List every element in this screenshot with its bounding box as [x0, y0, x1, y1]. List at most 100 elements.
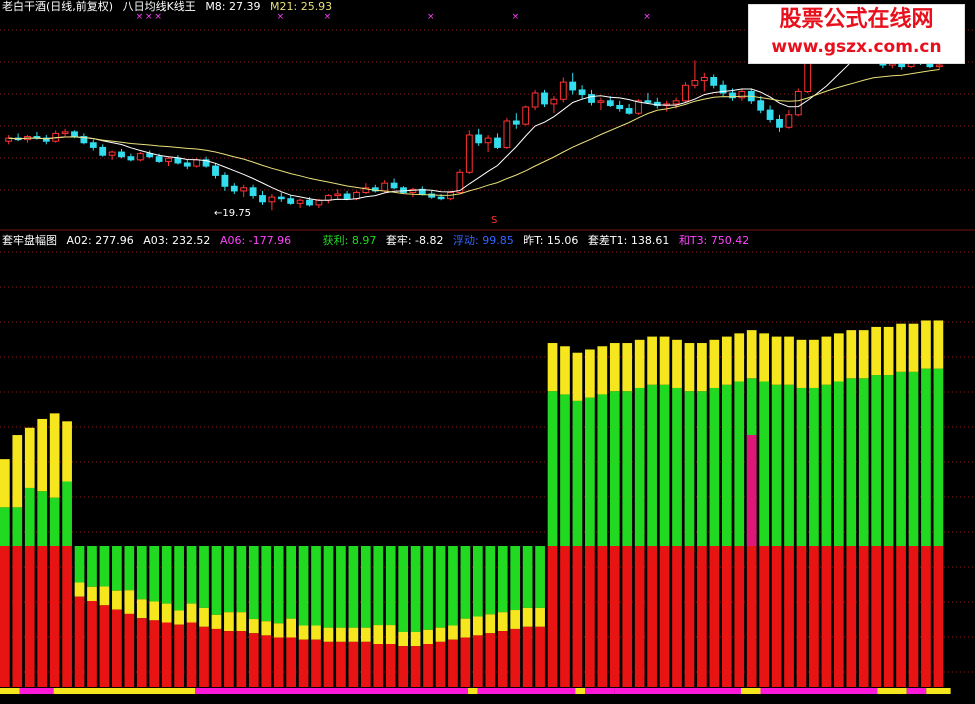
bar-green — [174, 546, 184, 611]
bar-yellow — [323, 627, 334, 642]
bar-red — [622, 546, 633, 687]
candle — [541, 92, 548, 105]
candle — [268, 196, 276, 203]
bar-green — [796, 387, 807, 546]
bar-yellow — [883, 326, 894, 376]
bar-red — [298, 639, 309, 687]
bar-green — [423, 546, 433, 630]
strip-segment — [926, 688, 951, 694]
bar-red — [597, 546, 608, 687]
bar-green — [348, 546, 359, 628]
ma21-line — [8, 69, 940, 196]
bar-green — [273, 546, 284, 624]
strip-segment — [614, 688, 741, 694]
candle — [757, 100, 765, 111]
bar-red — [273, 637, 284, 687]
bar-magenta — [746, 435, 757, 546]
bar-green — [410, 546, 421, 632]
bar-yellow — [398, 631, 409, 647]
bar-yellow — [659, 336, 670, 385]
candle — [550, 98, 558, 105]
bar-green — [298, 546, 309, 626]
candle — [381, 182, 389, 192]
strip-segment — [877, 688, 907, 694]
candle — [230, 185, 238, 192]
bar-red — [896, 546, 906, 687]
bar-yellow — [124, 590, 135, 614]
bar-red — [684, 546, 695, 687]
bar-yellow — [796, 339, 807, 388]
bar-red — [908, 546, 919, 687]
signal-mark: × — [136, 12, 144, 22]
bar-green — [112, 546, 122, 591]
bar-red — [784, 546, 794, 687]
bar-red — [236, 631, 247, 687]
bar-yellow — [485, 614, 496, 634]
bar-red — [547, 546, 558, 687]
bar-green — [323, 546, 334, 628]
candle — [390, 182, 398, 189]
candle — [155, 156, 163, 162]
candle — [437, 196, 445, 200]
bar-red — [858, 546, 869, 687]
bar-green — [336, 546, 346, 628]
bar-red — [261, 635, 272, 687]
bar-red — [759, 546, 769, 687]
bar-green — [435, 546, 446, 628]
bar-green — [74, 546, 85, 583]
candle — [136, 153, 144, 161]
bar-yellow — [921, 320, 931, 369]
a06-label: A06: -177.96 — [219, 234, 292, 247]
strip-segment — [468, 688, 478, 694]
bar-yellow — [697, 343, 707, 392]
bar-yellow — [87, 586, 97, 601]
bar-yellow — [858, 330, 869, 379]
bar-yellow — [833, 333, 844, 382]
candle — [118, 151, 125, 158]
candle — [465, 134, 473, 173]
strip-segment — [477, 688, 576, 694]
bar-green — [622, 391, 633, 546]
bar-green — [236, 546, 247, 613]
bar-yellow — [634, 339, 645, 388]
bar-green — [759, 381, 769, 546]
bar-green — [311, 546, 321, 626]
candle — [672, 100, 680, 105]
bar-green — [858, 378, 869, 546]
signal-mark: × — [427, 12, 435, 22]
bar-green — [99, 546, 110, 587]
candle — [616, 104, 624, 110]
bar-green — [933, 368, 944, 546]
candle — [400, 187, 407, 193]
bar-yellow — [784, 336, 794, 385]
bar-green — [12, 507, 23, 546]
bar-yellow — [597, 346, 608, 395]
strip-segment — [760, 688, 878, 694]
bar-yellow — [734, 333, 745, 382]
bar-red — [360, 641, 371, 687]
bar-green — [883, 375, 894, 546]
bar-yellow — [49, 413, 60, 498]
bar-yellow — [385, 625, 396, 644]
candle — [183, 162, 191, 167]
bar-red — [609, 546, 620, 687]
candle — [193, 159, 201, 167]
bar-red — [24, 546, 35, 687]
bar-yellow — [684, 343, 695, 392]
bar-green — [597, 394, 608, 546]
bar-yellow — [410, 631, 421, 647]
bar-red — [62, 546, 72, 687]
bar-red — [248, 633, 259, 687]
bar-yellow — [647, 336, 657, 385]
taolao-label: 套牢: -8.82 — [385, 234, 444, 247]
bar-yellow — [74, 582, 85, 597]
bar-green — [522, 546, 533, 608]
bar-yellow — [448, 625, 458, 640]
bar-yellow — [373, 625, 384, 644]
signal-mark: × — [154, 12, 162, 22]
candle — [315, 199, 323, 206]
candle — [71, 131, 78, 138]
bar-red — [37, 546, 48, 687]
bar-green — [721, 384, 732, 546]
bar-red — [323, 641, 334, 687]
